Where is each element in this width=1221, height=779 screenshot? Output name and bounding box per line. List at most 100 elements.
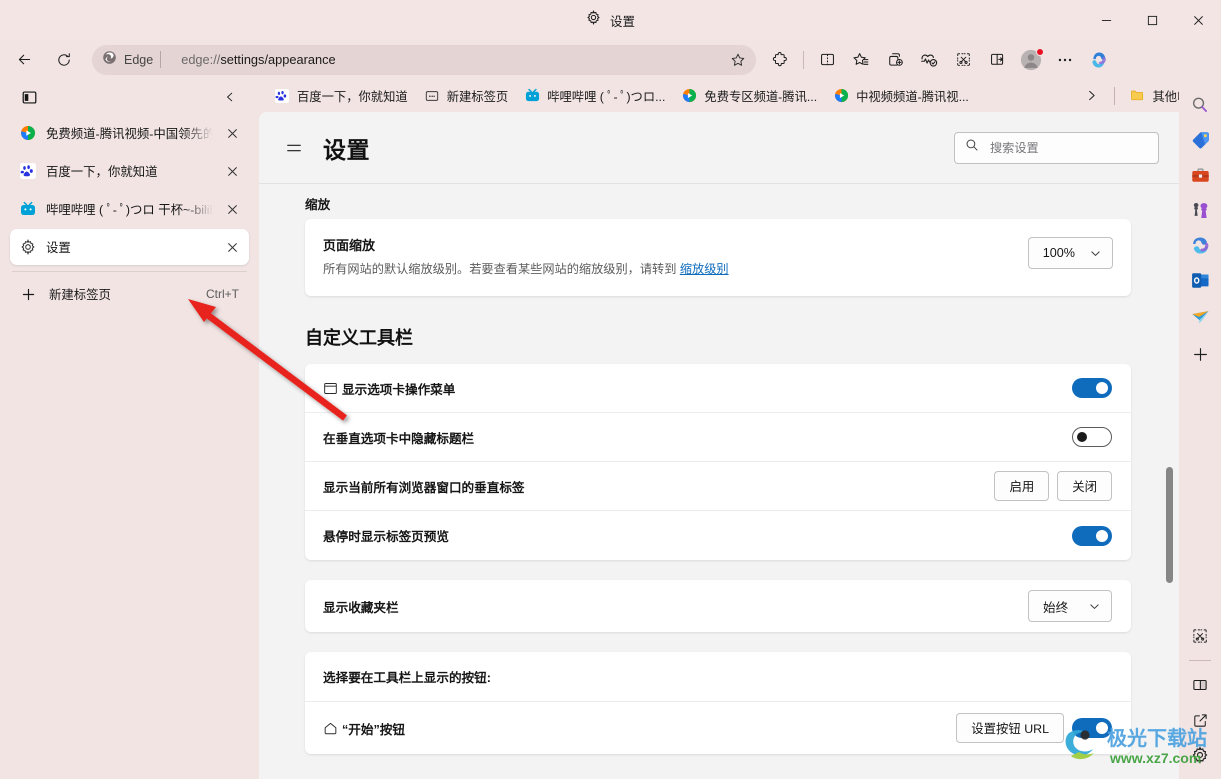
search-icon: [965, 138, 979, 157]
bookmarks-bar: 百度一下，你就知道 新建标签页 哔哩哔哩 ( ﾟ- ﾟ)つロ... 免费专区频道…: [259, 79, 1221, 112]
row-vertical-tabs-all-windows[interactable]: 显示当前所有浏览器窗口的垂直标签 启用 关闭: [305, 462, 1131, 512]
vertical-tabs-panel: 免费频道-腾讯视频-中国领先的在 百度一下，你就知道 哔哩哔哩 ( ﾟ- ﾟ)つ…: [0, 79, 259, 779]
scrollbar-thumb[interactable]: [1166, 467, 1173, 583]
url-path: settings/appearance: [220, 52, 336, 67]
disable-button[interactable]: 关闭: [1057, 471, 1112, 502]
chevron-down-icon: [1089, 247, 1102, 260]
extensions-button[interactable]: [764, 44, 796, 76]
sidebar-split-button[interactable]: [1184, 669, 1216, 701]
address-brand-label: Edge: [124, 52, 154, 67]
sidebar-microsoft365-button[interactable]: [1184, 229, 1216, 261]
bookmark-item[interactable]: 新建标签页: [417, 83, 516, 108]
toggle-hide-title-bar[interactable]: [1072, 427, 1112, 448]
buttons-card-heading: 选择要在工具栏上显示的按钮:: [323, 671, 491, 686]
sidebar-dropbox-button[interactable]: [1184, 299, 1216, 331]
close-button[interactable]: [1175, 0, 1221, 40]
search-settings-box[interactable]: [954, 131, 1159, 164]
row-hover-tab-preview[interactable]: 悬停时显示标签页预览: [305, 511, 1131, 560]
bilibili-icon: [19, 201, 36, 218]
sidebar-tools-button[interactable]: [1184, 159, 1216, 191]
vertical-tab[interactable]: 哔哩哔哩 ( ﾟ- ﾟ)つロ 干杯~-bilib: [10, 191, 249, 227]
address-divider: [160, 51, 162, 68]
star-outline-icon[interactable]: [730, 52, 746, 68]
bookmarks-divider: [1113, 86, 1115, 105]
copilot-button[interactable]: [1083, 44, 1115, 76]
bookmark-item[interactable]: 哔哩哔哩 ( ﾟ- ﾟ)つロ...: [517, 83, 672, 108]
vertical-tab-label: 哔哩哔哩 ( ﾟ- ﾟ)つロ 干杯~-bilib: [46, 203, 213, 217]
sidebar-shopping-button[interactable]: [1184, 124, 1216, 156]
search-input[interactable]: [990, 140, 1148, 155]
bookmark-label: 免费专区频道-腾讯...: [704, 89, 818, 104]
sidebar-open-new-button[interactable]: [1184, 704, 1216, 736]
close-icon[interactable]: [223, 238, 241, 256]
close-icon[interactable]: [223, 124, 241, 142]
bookmark-label: 百度一下，你就知道: [297, 89, 408, 104]
sidebar-outlook-button[interactable]: [1184, 264, 1216, 296]
toolbar-options-card: 显示选项卡操作菜单 在垂直选项卡中隐藏标题栏 显示当前所有浏览器窗口的垂直标签 …: [305, 364, 1131, 561]
bookmark-item[interactable]: 中视频频道-腾讯视...: [826, 83, 976, 108]
row-label: 显示当前所有浏览器窗口的垂直标签: [323, 480, 525, 495]
chevron-down-icon: [1088, 600, 1101, 613]
refresh-button[interactable]: [48, 44, 80, 76]
chevron-left-icon[interactable]: [215, 83, 245, 111]
collections-button[interactable]: [879, 44, 911, 76]
enable-button[interactable]: 启用: [994, 471, 1050, 502]
rail-separator: [1189, 660, 1211, 661]
bookmark-item[interactable]: 百度一下，你就知道: [267, 83, 415, 108]
back-button[interactable]: [8, 44, 40, 76]
vertical-tab[interactable]: 百度一下，你就知道: [10, 153, 249, 189]
favorites-bar-select[interactable]: 始终: [1028, 590, 1112, 623]
zoom-levels-link[interactable]: 缩放级别: [680, 262, 729, 276]
vertical-tab[interactable]: 免费频道-腾讯视频-中国领先的在: [10, 115, 249, 151]
split-screen-button[interactable]: [811, 44, 843, 76]
minimize-button[interactable]: [1083, 0, 1129, 40]
close-icon[interactable]: [223, 162, 241, 180]
page-zoom-select[interactable]: 100%: [1027, 237, 1113, 269]
sidebar-add-app-button[interactable]: [1184, 338, 1216, 370]
sidebar-settings-button[interactable]: [1184, 739, 1216, 771]
new-tab-button[interactable]: 新建标签页 Ctrl+T: [10, 277, 249, 311]
address-bar[interactable]: Edge edge://settings/appearance: [92, 44, 756, 75]
row-home-button[interactable]: “开始”按钮 设置按钮 URL: [305, 702, 1131, 754]
vertical-tab-label: 百度一下，你就知道: [46, 165, 158, 179]
settings-scrollbar[interactable]: [1164, 184, 1176, 779]
profile-notification-dot: [1036, 47, 1044, 56]
row-hide-title-bar[interactable]: 在垂直选项卡中隐藏标题栏: [305, 413, 1131, 463]
browser-essentials-button[interactable]: [913, 44, 945, 76]
title-bar: 设置: [0, 0, 1221, 40]
address-url[interactable]: edge://settings/appearance: [170, 52, 730, 67]
settings-more-button[interactable]: [1049, 44, 1081, 76]
maximize-button[interactable]: [1129, 0, 1175, 40]
vertical-tab-active[interactable]: 设置: [10, 229, 249, 265]
row-label: 显示选项卡操作菜单: [342, 382, 456, 397]
close-icon[interactable]: [223, 200, 241, 218]
sidebar-games-button[interactable]: [1184, 194, 1216, 226]
bookmark-label: 中视频频道-腾讯视...: [856, 89, 969, 104]
window-title-group: 设置: [586, 9, 635, 30]
tab-panel-icon[interactable]: [14, 83, 44, 111]
row-show-favorites-bar[interactable]: 显示收藏夹栏 始终: [305, 580, 1131, 632]
zoom-section-label: 缩放: [305, 198, 331, 212]
plus-icon: [20, 286, 37, 303]
customize-toolbar-title: 自定义工具栏: [305, 328, 413, 349]
sidebar-search-button[interactable]: [1184, 89, 1216, 121]
sidebar-web-capture-button[interactable]: [1184, 620, 1216, 652]
bookmark-item[interactable]: 免费专区频道-腾讯...: [674, 83, 824, 108]
chevron-right-icon[interactable]: [1078, 83, 1106, 109]
favorites-button[interactable]: [845, 44, 877, 76]
page-zoom-heading: 页面缩放: [323, 238, 376, 253]
toggle-tab-actions-menu[interactable]: [1072, 378, 1112, 399]
set-button-url-button[interactable]: 设置按钮 URL: [956, 713, 1064, 744]
row-tab-actions-menu[interactable]: 显示选项卡操作菜单: [305, 364, 1131, 414]
tencent-video-icon: [833, 88, 849, 104]
toggle-hover-tab-preview[interactable]: [1072, 525, 1112, 546]
settings-content: 缩放 页面缩放 所有网站的默认缩放级别。若要查看某些网站的缩放级别，请转到 缩放…: [259, 184, 1179, 779]
page-zoom-texts: 页面缩放 所有网站的默认缩放级别。若要查看某些网站的缩放级别，请转到 缩放级别: [323, 235, 1028, 278]
share-button[interactable]: [981, 44, 1013, 76]
tab-actions-icon: [323, 381, 342, 396]
web-capture-button[interactable]: [947, 44, 979, 76]
hamburger-icon[interactable]: [277, 131, 311, 165]
profile-button[interactable]: [1015, 44, 1047, 76]
bookmark-label: 哔哩哔哩 ( ﾟ- ﾟ)つロ...: [547, 89, 666, 104]
toggle-home-button[interactable]: [1072, 718, 1112, 739]
